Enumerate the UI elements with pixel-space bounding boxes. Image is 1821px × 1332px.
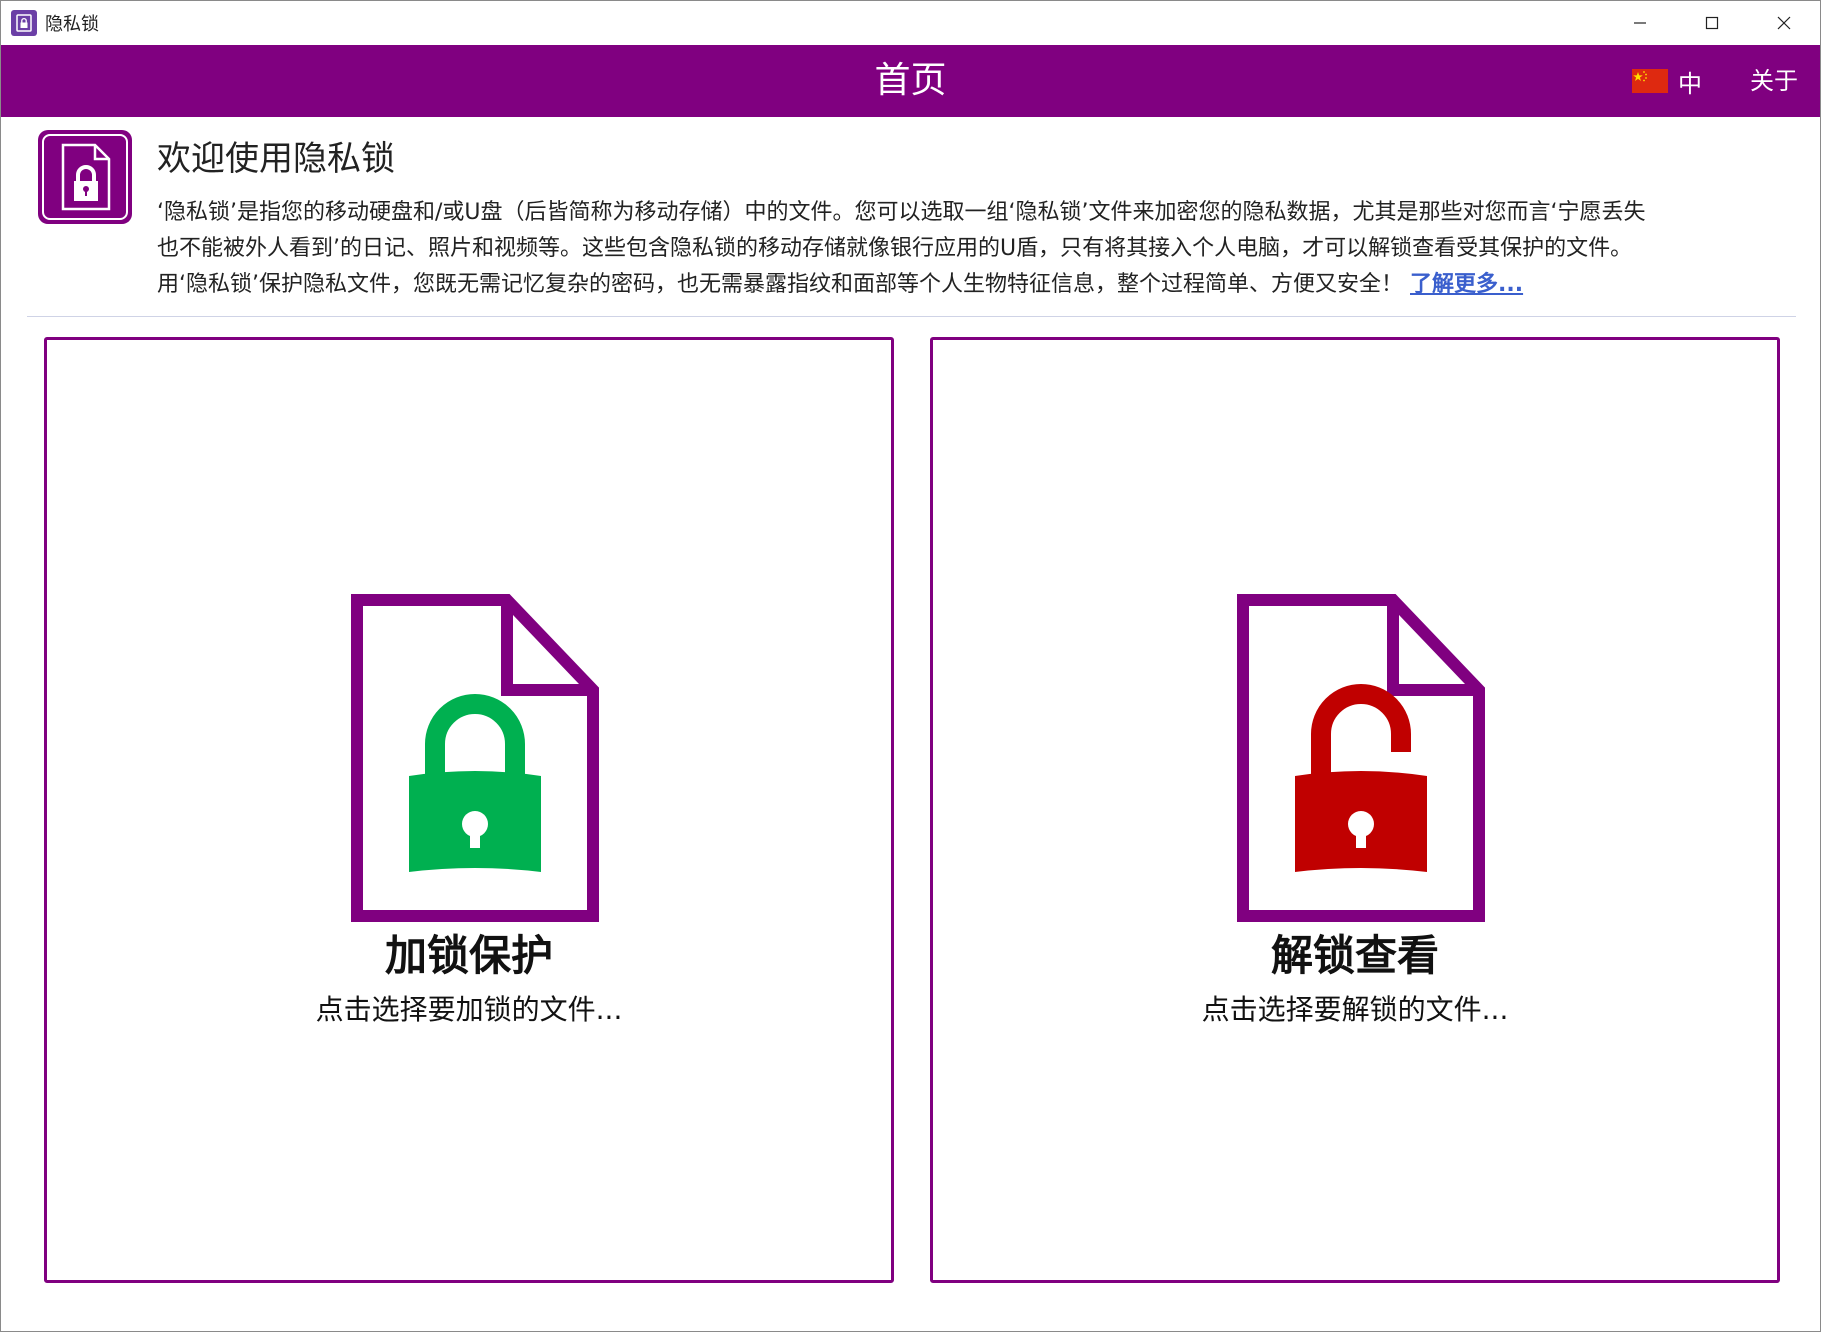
- intro-description: ‘隐私锁’是指您的移动硬盘和/或U盘（后皆简称为移动存储）中的文件。您可以选取一…: [157, 195, 1775, 303]
- app-icon: [11, 10, 37, 36]
- close-button[interactable]: [1748, 1, 1820, 45]
- minimize-icon: [1634, 22, 1646, 24]
- language-switch[interactable]: 中: [1632, 45, 1702, 117]
- maximize-button[interactable]: [1676, 1, 1748, 45]
- intro-line-2: 也不能被外人看到’的日记、照片和视频等。这些包含隐私锁的移动存储就像银行应用的U…: [157, 236, 1633, 261]
- lock-card-subtitle: 点击选择要加锁的文件...: [315, 993, 623, 1026]
- unlock-card-title: 解锁查看: [1270, 931, 1439, 980]
- welcome-title: 欢迎使用隐私锁: [157, 139, 395, 179]
- unlocked-file-icon: [1237, 594, 1485, 922]
- language-label: 中: [1678, 69, 1702, 98]
- intro-section: 欢迎使用隐私锁 ‘隐私锁’是指您的移动硬盘和/或U盘（后皆简称为移动存储）中的文…: [1, 117, 1820, 317]
- intro-line-1: ‘隐私锁’是指您的移动硬盘和/或U盘（后皆简称为移动存储）中的文件。您可以选取一…: [157, 200, 1646, 225]
- window-controls: [1604, 1, 1820, 45]
- window-title: 隐私锁: [45, 14, 99, 35]
- header-bar: 首页 中 关于: [1, 45, 1820, 117]
- page-title: 首页: [874, 60, 947, 101]
- locked-file-icon: [351, 594, 599, 922]
- unlock-view-card[interactable]: 解锁查看 点击选择要解锁的文件...: [930, 337, 1780, 1283]
- about-link[interactable]: 关于: [1750, 45, 1798, 117]
- lock-protect-card[interactable]: 加锁保护 点击选择要加锁的文件...: [44, 337, 894, 1283]
- title-bar: 隐私锁: [1, 1, 1820, 45]
- intro-line-3-text: 用‘隐私锁’保护隐私文件，您既无需记忆复杂的密码，也无需暴露指纹和面部等个人生物…: [157, 272, 1403, 297]
- app-window: 隐私锁 首页 中 关于 欢迎使用隐私锁 ‘隐私锁’是指您的移动硬盘和/或U盘（后…: [0, 0, 1821, 1332]
- section-divider: [27, 316, 1796, 317]
- china-flag-icon: [1632, 69, 1668, 93]
- lock-card-title: 加锁保护: [384, 931, 553, 980]
- minimize-button[interactable]: [1604, 1, 1676, 45]
- maximize-icon: [1705, 16, 1719, 30]
- lock-file-icon: [37, 129, 133, 225]
- learn-more-link[interactable]: 了解更多...: [1410, 272, 1523, 297]
- close-icon: [1777, 16, 1791, 30]
- unlock-card-subtitle: 点击选择要解锁的文件...: [1201, 993, 1509, 1026]
- intro-line-3: 用‘隐私锁’保护隐私文件，您既无需记忆复杂的密码，也无需暴露指纹和面部等个人生物…: [157, 267, 1775, 303]
